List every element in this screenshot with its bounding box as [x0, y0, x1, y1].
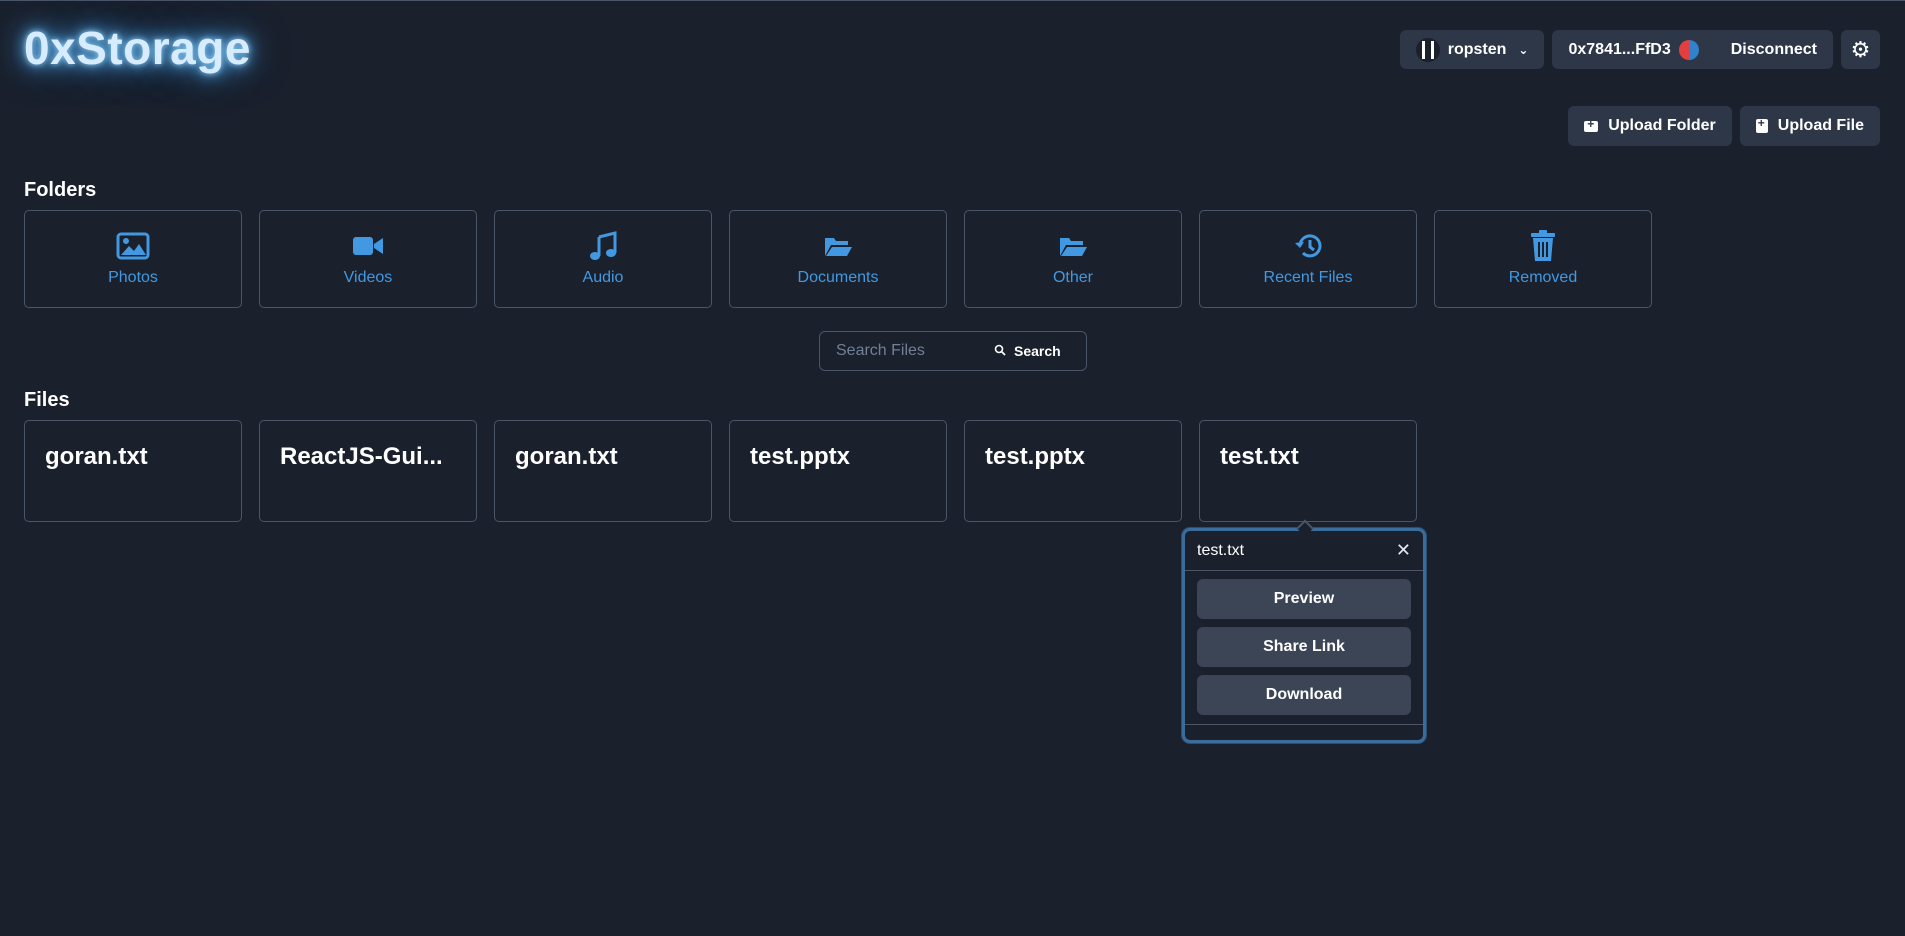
popover-title: test.txt: [1197, 541, 1245, 559]
folder-label: Audio: [582, 269, 624, 286]
header-controls: ropsten ⌄ 0x7841...FfD3 Disconnect ⚙: [1399, 30, 1880, 69]
settings-button[interactable]: ⚙: [1841, 30, 1880, 69]
avatar: [1678, 39, 1699, 60]
preview-button[interactable]: Preview: [1197, 579, 1411, 619]
close-icon[interactable]: ✕: [1396, 540, 1411, 561]
file-card[interactable]: test.pptx: [729, 420, 947, 522]
share-link-button[interactable]: Share Link: [1197, 627, 1411, 667]
upload-file-label: Upload File: [1777, 117, 1864, 134]
file-plus-icon: [1755, 116, 1768, 133]
file-grid: goran.txt ReactJS-Gui... goran.txt test.…: [24, 420, 1417, 522]
music-icon: [588, 231, 618, 261]
folder-grid: Photos Videos Audio Documents Other Rece…: [24, 210, 1652, 308]
folder-label: Videos: [343, 269, 393, 286]
popover-header: test.txt ✕: [1185, 531, 1423, 571]
file-card[interactable]: test.pptx: [964, 420, 1182, 522]
network-icon: [1415, 37, 1440, 62]
folder-audio[interactable]: Audio: [494, 210, 712, 308]
image-icon: [116, 231, 150, 261]
download-button[interactable]: Download: [1197, 675, 1411, 715]
file-actions-popover: test.txt ✕ Preview Share Link Download: [1182, 528, 1426, 743]
app-logo: 0xStorage: [24, 22, 251, 74]
upload-file-button[interactable]: Upload File: [1739, 106, 1880, 146]
upload-folder-button[interactable]: Upload Folder: [1568, 106, 1732, 146]
folder-open-icon: [823, 231, 853, 261]
file-card[interactable]: ReactJS-Gui...: [259, 420, 477, 522]
folder-documents[interactable]: Documents: [729, 210, 947, 308]
folder-photos[interactable]: Photos: [24, 210, 242, 308]
network-name: ropsten: [1447, 40, 1507, 58]
search-box: Search: [819, 331, 1087, 371]
file-card[interactable]: test.txt: [1199, 420, 1417, 522]
folder-other[interactable]: Other: [964, 210, 1182, 308]
folder-videos[interactable]: Videos: [259, 210, 477, 308]
folders-heading: Folders: [24, 179, 97, 201]
video-icon: [352, 231, 384, 261]
network-selector[interactable]: ropsten ⌄: [1399, 30, 1545, 69]
folder-label: Other: [1052, 269, 1093, 286]
popover-footer: [1185, 724, 1423, 725]
search-button[interactable]: Search: [994, 343, 1061, 359]
folder-label: Removed: [1508, 269, 1578, 286]
search-input[interactable]: [836, 342, 986, 360]
upload-actions: Upload Folder Upload File: [1568, 106, 1880, 146]
disconnect-button[interactable]: Disconnect: [1731, 41, 1817, 59]
account-address[interactable]: 0x7841...FfD3: [1568, 41, 1670, 59]
search-icon: [994, 343, 1006, 359]
chevron-down-icon: ⌄: [1518, 42, 1529, 57]
account-pill: 0x7841...FfD3 Disconnect: [1552, 30, 1833, 69]
upload-folder-label: Upload Folder: [1608, 117, 1716, 134]
popover-body: Preview Share Link Download: [1185, 571, 1423, 723]
trash-icon: [1530, 230, 1556, 261]
history-icon: [1293, 231, 1323, 261]
search-button-label: Search: [1014, 343, 1061, 359]
gear-icon: ⚙: [1850, 36, 1871, 62]
file-card[interactable]: goran.txt: [24, 420, 242, 522]
folder-open-icon: [1058, 231, 1088, 261]
folder-plus-icon: [1584, 117, 1599, 132]
folder-recent-files[interactable]: Recent Files: [1199, 210, 1417, 308]
files-heading: Files: [24, 389, 70, 411]
folder-removed[interactable]: Removed: [1434, 210, 1652, 308]
folder-label: Documents: [797, 269, 879, 286]
folder-label: Photos: [108, 269, 158, 286]
folder-label: Recent Files: [1263, 269, 1353, 286]
file-card[interactable]: goran.txt: [494, 420, 712, 522]
